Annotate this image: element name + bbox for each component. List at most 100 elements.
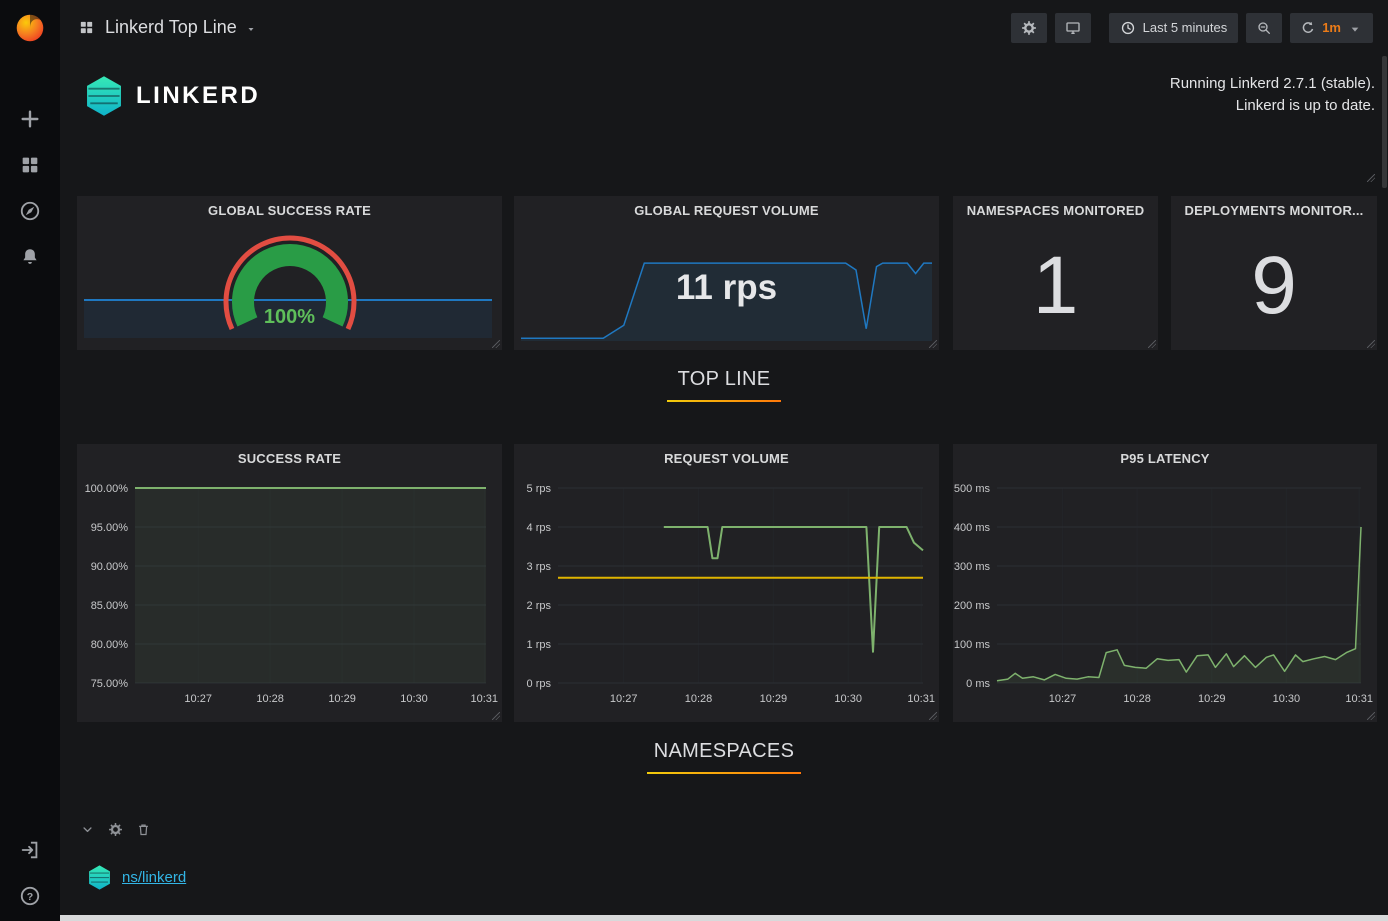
sidebar — [0, 0, 60, 921]
svg-text:1 rps: 1 rps — [527, 639, 552, 651]
svg-text:10:29: 10:29 — [760, 693, 788, 705]
svg-text:10:27: 10:27 — [1049, 693, 1077, 705]
plus-icon — [19, 108, 41, 130]
linkerd-logo-small — [86, 864, 113, 891]
title-caret-icon[interactable] — [245, 23, 257, 35]
row-delete-trash-icon[interactable] — [136, 822, 151, 837]
scrollbar-thumb[interactable] — [1382, 56, 1387, 188]
stat-value: 11 rps — [514, 268, 939, 308]
linkerd-brand-text: LINKERD — [136, 82, 260, 110]
svg-text:500 ms: 500 ms — [954, 483, 991, 495]
dashboard-title[interactable]: Linkerd Top Line — [105, 17, 237, 38]
svg-text:10:30: 10:30 — [1273, 693, 1301, 705]
sidebar-explore-button[interactable] — [0, 188, 60, 234]
sidebar-help-button[interactable] — [0, 873, 60, 919]
panel-title[interactable]: REQUEST VOLUME — [514, 451, 939, 466]
gauge-value: 100% — [77, 306, 502, 329]
svg-text:10:28: 10:28 — [256, 693, 284, 705]
grafana-logo-icon — [13, 11, 47, 45]
row-controls — [80, 822, 151, 837]
sidebar-top-group — [0, 96, 60, 280]
row-collapse-chevron-icon[interactable] — [80, 822, 95, 837]
explore-compass-icon — [19, 200, 41, 222]
section-underline — [667, 400, 781, 402]
svg-text:5 rps: 5 rps — [527, 483, 552, 495]
panel-title[interactable]: GLOBAL SUCCESS RATE — [77, 203, 502, 218]
section-header-top-line: TOP LINE — [60, 368, 1388, 402]
row-settings-gear-icon[interactable] — [108, 822, 123, 837]
svg-text:80.00%: 80.00% — [91, 639, 129, 651]
sign-in-icon — [19, 839, 41, 861]
panel-title[interactable]: P95 LATENCY — [953, 451, 1377, 466]
sidebar-dashboards-button[interactable] — [0, 142, 60, 188]
svg-text:0 ms: 0 ms — [966, 678, 990, 690]
refresh-icon — [1300, 20, 1316, 36]
status-line-2: Linkerd is up to date. — [1170, 95, 1375, 117]
section-title: NAMESPACES — [654, 740, 794, 763]
panel-namespaces-monitored: NAMESPACES MONITORED 1 — [953, 196, 1158, 350]
navbar-actions: Last 5 minutes 1m — [1011, 13, 1373, 43]
stat-value: 1 — [953, 226, 1158, 346]
svg-text:3 rps: 3 rps — [527, 561, 552, 573]
svg-text:0 rps: 0 rps — [527, 678, 552, 690]
svg-text:200 ms: 200 ms — [954, 600, 991, 612]
request-volume-chart[interactable]: 5 rps 4 rps 3 rps 2 rps 1 rps 0 rps 10:27 10:28… — [514, 478, 939, 720]
svg-text:10:31: 10:31 — [907, 693, 935, 705]
time-range-button[interactable]: Last 5 minutes — [1109, 13, 1239, 43]
svg-text:2 rps: 2 rps — [527, 600, 552, 612]
linkerd-brand: LINKERD — [82, 74, 260, 118]
refresh-caret-icon — [1347, 21, 1363, 37]
panel-global-success-rate: GLOBAL SUCCESS RATE 100% — [77, 196, 502, 350]
refresh-button[interactable]: 1m — [1290, 13, 1373, 43]
svg-text:10:27: 10:27 — [610, 693, 638, 705]
panel-title[interactable]: NAMESPACES MONITORED — [953, 203, 1158, 218]
refresh-interval-label: 1m — [1322, 20, 1341, 35]
namespace-row: ns/linkerd — [86, 864, 186, 891]
svg-text:100 ms: 100 ms — [954, 639, 991, 651]
sidebar-add-button[interactable] — [0, 96, 60, 142]
grafana-logo[interactable] — [0, 0, 60, 56]
panel-resize-handle[interactable] — [1367, 174, 1375, 182]
panel-success-rate: SUCCESS RATE 100.00%95.00%90.00%85.00%80… — [77, 444, 502, 722]
svg-text:10:27: 10:27 — [184, 693, 212, 705]
panel-global-request-volume: GLOBAL REQUEST VOLUME 11 rps — [514, 196, 939, 350]
section-underline — [647, 772, 801, 774]
sidebar-signin-button[interactable] — [0, 827, 60, 873]
svg-text:100.00%: 100.00% — [85, 483, 129, 495]
svg-text:10:29: 10:29 — [1198, 693, 1226, 705]
status-line-1: Running Linkerd 2.7.1 (stable). — [1170, 73, 1375, 95]
dashboard-grid-icon — [78, 19, 95, 36]
panel-request-volume: REQUEST VOLUME 5 rps 4 rps 3 rps 2 rps 1 rps… — [514, 444, 939, 722]
svg-text:95.00%: 95.00% — [91, 522, 129, 534]
sidebar-alerting-button[interactable] — [0, 234, 60, 280]
p95-latency-chart[interactable]: 500 ms 400 ms 300 ms 200 ms 100 ms 0 ms 10:27 1… — [953, 478, 1377, 720]
panel-title[interactable]: SUCCESS RATE — [77, 451, 502, 466]
svg-text:75.00%: 75.00% — [91, 678, 129, 690]
svg-text:10:30: 10:30 — [400, 693, 428, 705]
panel-title[interactable]: GLOBAL REQUEST VOLUME — [514, 203, 939, 218]
svg-text:400 ms: 400 ms — [954, 522, 991, 534]
linkerd-logo — [82, 74, 126, 118]
svg-text:300 ms: 300 ms — [954, 561, 991, 573]
dashboard-settings-button[interactable] — [1011, 13, 1047, 43]
monitor-icon — [1065, 20, 1081, 36]
svg-text:10:31: 10:31 — [470, 693, 498, 705]
panel-title[interactable]: DEPLOYMENTS MONITOR... — [1171, 203, 1377, 218]
stat-value: 9 — [1171, 226, 1377, 346]
svg-text:10:28: 10:28 — [685, 693, 713, 705]
zoom-out-button[interactable] — [1246, 13, 1282, 43]
namespace-link[interactable]: ns/linkerd — [122, 869, 186, 886]
navbar: Linkerd Top Line Last 5 minutes 1m — [60, 0, 1388, 55]
svg-text:4 rps: 4 rps — [527, 522, 552, 534]
svg-text:10:31: 10:31 — [1345, 693, 1373, 705]
gear-icon — [1021, 20, 1037, 36]
svg-text:90.00%: 90.00% — [91, 561, 129, 573]
success-rate-chart[interactable]: 100.00%95.00%90.00%85.00%80.00%75.00%10:… — [77, 478, 502, 720]
cycle-view-button[interactable] — [1055, 13, 1091, 43]
bell-icon — [19, 246, 41, 268]
time-range-label: Last 5 minutes — [1143, 20, 1228, 35]
grafana-dashboard: ? — [0, 0, 1388, 921]
svg-text:10:29: 10:29 — [328, 693, 356, 705]
partially-visible-panel-edge — [60, 915, 1388, 921]
section-header-namespaces: NAMESPACES — [60, 740, 1388, 774]
